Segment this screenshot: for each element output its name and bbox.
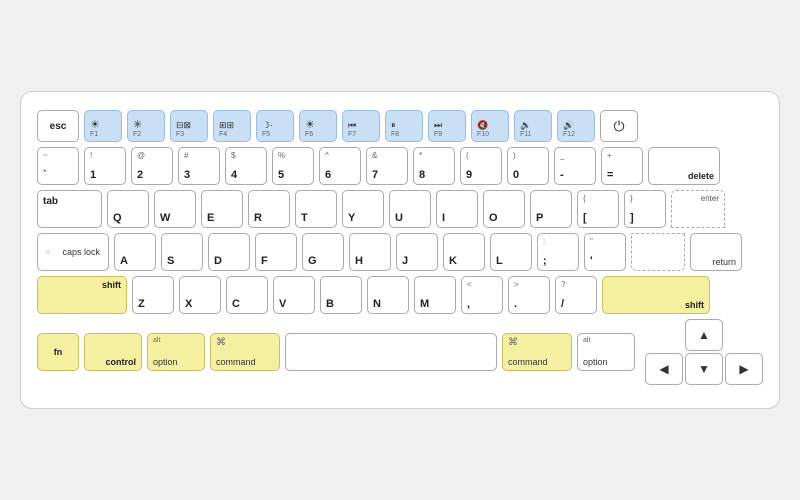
key-c[interactable]: C [226, 276, 268, 314]
key-f9[interactable]: ⏭ F9 [428, 110, 466, 142]
key-7[interactable]: & 7 [366, 147, 408, 185]
key-command-right[interactable]: ⌘ command [502, 333, 572, 371]
key-arrow-left[interactable]: ◀ [645, 353, 683, 385]
key-enter-bottom[interactable] [631, 233, 685, 271]
asdf-row: ○ caps lock A S D F G H J K L : ; " ' re… [37, 233, 763, 271]
key-u[interactable]: U [389, 190, 431, 228]
key-power[interactable]: ⏻ [600, 110, 638, 142]
key-arrow-up[interactable]: ▲ [685, 319, 723, 351]
key-s[interactable]: S [161, 233, 203, 271]
key-0[interactable]: ) 0 [507, 147, 549, 185]
arrow-keys: ▲ ◀ ▼ ▶ [645, 319, 763, 385]
key-i[interactable]: I [436, 190, 478, 228]
key-return[interactable]: return [690, 233, 742, 271]
key-f10[interactable]: 🔇 F10 [471, 110, 509, 142]
key-x[interactable]: X [179, 276, 221, 314]
key-semicolon[interactable]: : ; [537, 233, 579, 271]
qwerty-row: tab Q W E R T Y U I O P { [ } ] enter [37, 190, 763, 228]
arrow-bottom-row: ◀ ▼ ▶ [645, 353, 763, 385]
key-command-left[interactable]: ⌘ command [210, 333, 280, 371]
key-j[interactable]: J [396, 233, 438, 271]
key-k[interactable]: K [443, 233, 485, 271]
key-equals[interactable]: + = [601, 147, 643, 185]
key-r[interactable]: R [248, 190, 290, 228]
key-6[interactable]: ^ 6 [319, 147, 361, 185]
key-comma[interactable]: < , [461, 276, 503, 314]
key-f1[interactable]: ☀ F1 [84, 110, 122, 142]
key-p[interactable]: P [530, 190, 572, 228]
key-v[interactable]: V [273, 276, 315, 314]
key-w[interactable]: W [154, 190, 196, 228]
arrow-up-row: ▲ [645, 319, 763, 351]
key-2[interactable]: @ 2 [131, 147, 173, 185]
key-e[interactable]: E [201, 190, 243, 228]
key-l[interactable]: L [490, 233, 532, 271]
function-row: esc ☀ F1 ✳ F2 ⊟⊠ F3 ⊞⊞ F4 ☽· F5 ☀ F6 ⏮ F… [37, 110, 763, 142]
key-fn[interactable]: fn [37, 333, 79, 371]
key-g[interactable]: G [302, 233, 344, 271]
key-d[interactable]: D [208, 233, 250, 271]
key-b[interactable]: B [320, 276, 362, 314]
key-1[interactable]: ! 1 [84, 147, 126, 185]
key-a[interactable]: A [114, 233, 156, 271]
key-f3[interactable]: ⊟⊠ F3 [170, 110, 208, 142]
key-f8[interactable]: ⏸ F8 [385, 110, 423, 142]
key-quote[interactable]: " ' [584, 233, 626, 271]
key-option-right[interactable]: alt option [577, 333, 635, 371]
key-h[interactable]: H [349, 233, 391, 271]
key-close-bracket[interactable]: } ] [624, 190, 666, 228]
key-m[interactable]: M [414, 276, 456, 314]
key-3[interactable]: # 3 [178, 147, 220, 185]
key-8[interactable]: * 8 [413, 147, 455, 185]
key-f6[interactable]: ☀ F6 [299, 110, 337, 142]
key-shift-right[interactable]: shift [602, 276, 710, 314]
zxcv-row: shift Z X C V B N M < , > . ? / shift [37, 276, 763, 314]
key-f[interactable]: F [255, 233, 297, 271]
key-y[interactable]: Y [342, 190, 384, 228]
key-backtick[interactable]: ~ ` [37, 147, 79, 185]
key-delete[interactable]: delete [648, 147, 720, 185]
key-option-left[interactable]: alt option [147, 333, 205, 371]
key-f7[interactable]: ⏮ F7 [342, 110, 380, 142]
key-f5[interactable]: ☽· F5 [256, 110, 294, 142]
key-esc[interactable]: esc [37, 110, 79, 142]
key-slash[interactable]: ? / [555, 276, 597, 314]
key-n[interactable]: N [367, 276, 409, 314]
keyboard: esc ☀ F1 ✳ F2 ⊟⊠ F3 ⊞⊞ F4 ☽· F5 ☀ F6 ⏮ F… [20, 91, 780, 409]
key-5[interactable]: % 5 [272, 147, 314, 185]
key-f4[interactable]: ⊞⊞ F4 [213, 110, 251, 142]
key-f2[interactable]: ✳ F2 [127, 110, 165, 142]
key-9[interactable]: ( 9 [460, 147, 502, 185]
key-4[interactable]: $ 4 [225, 147, 267, 185]
key-f11[interactable]: 🔉 F11 [514, 110, 552, 142]
key-spacebar[interactable] [285, 333, 497, 371]
key-control[interactable]: control [84, 333, 142, 371]
key-shift-left[interactable]: shift [37, 276, 127, 314]
key-f12[interactable]: 🔊 F12 [557, 110, 595, 142]
key-enter-top[interactable]: enter [671, 190, 725, 228]
number-row: ~ ` ! 1 @ 2 # 3 $ 4 % 5 ^ 6 & 7 [37, 147, 763, 185]
key-o[interactable]: O [483, 190, 525, 228]
key-period[interactable]: > . [508, 276, 550, 314]
bottom-row: fn control alt option ⌘ command ⌘ comman… [37, 319, 763, 385]
key-tab[interactable]: tab [37, 190, 102, 228]
key-open-bracket[interactable]: { [ [577, 190, 619, 228]
key-arrow-down[interactable]: ▼ [685, 353, 723, 385]
key-z[interactable]: Z [132, 276, 174, 314]
key-caps-lock[interactable]: ○ caps lock [37, 233, 109, 271]
key-minus[interactable]: _ - [554, 147, 596, 185]
key-arrow-right[interactable]: ▶ [725, 353, 763, 385]
key-t[interactable]: T [295, 190, 337, 228]
key-q[interactable]: Q [107, 190, 149, 228]
